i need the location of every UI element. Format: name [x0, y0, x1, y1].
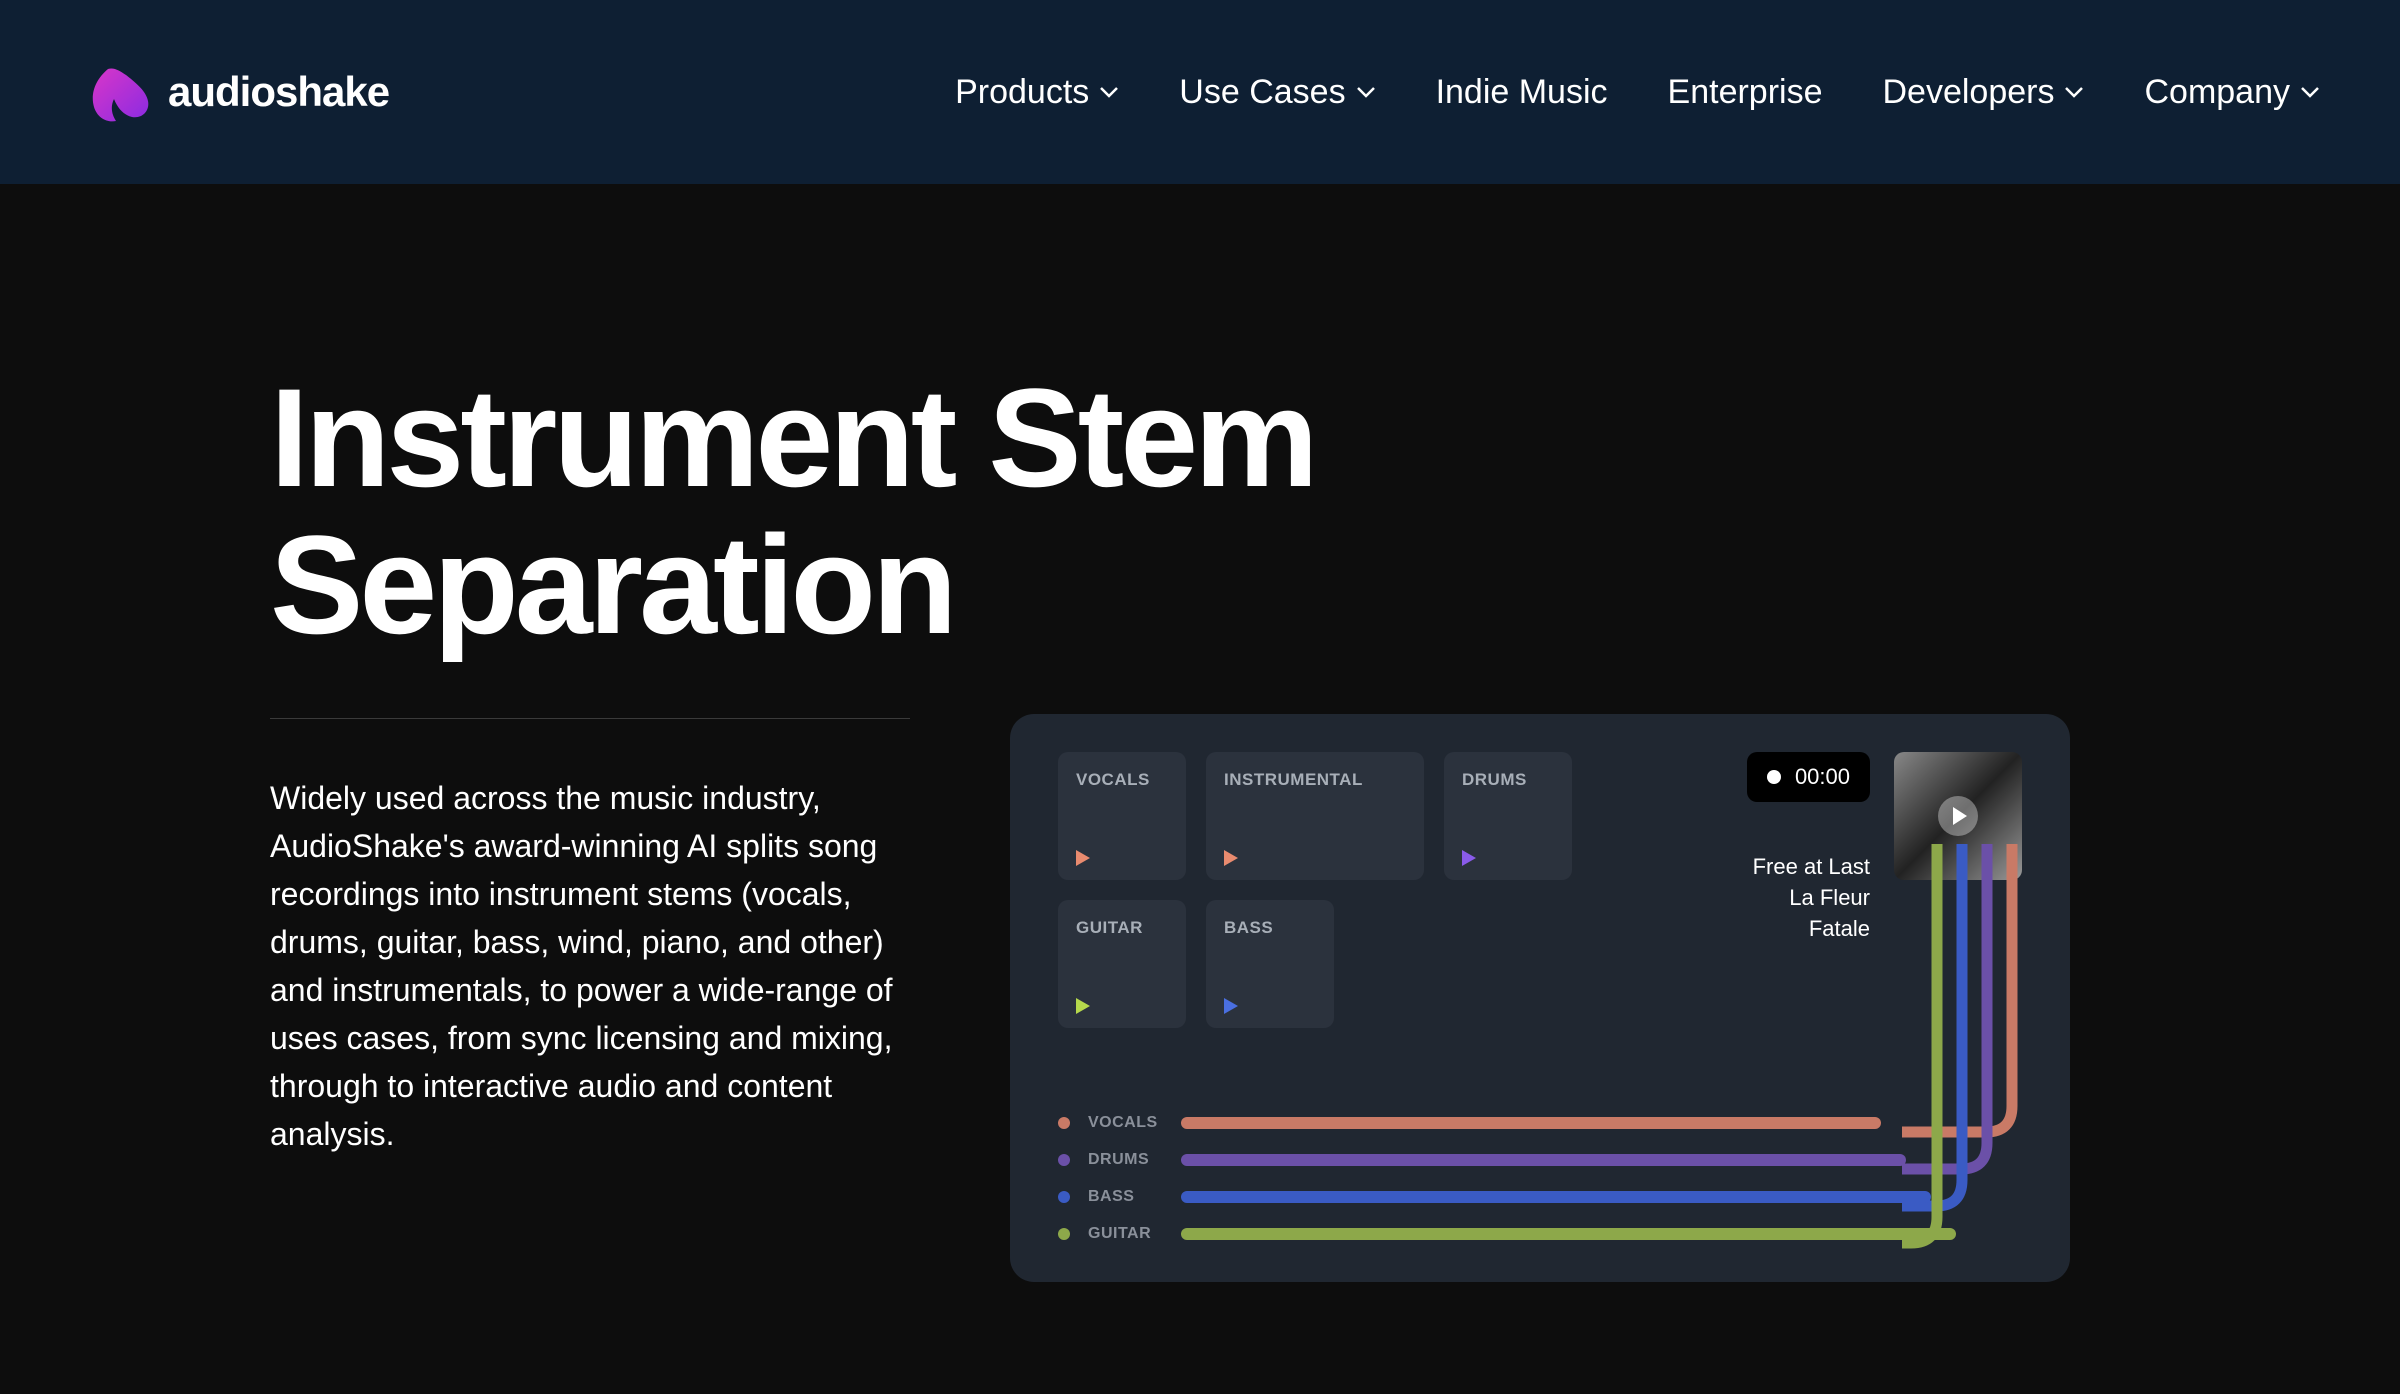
time-value: 00:00 [1795, 764, 1850, 790]
lane-dot-icon [1058, 1191, 1070, 1203]
chevron-down-icon [1356, 86, 1376, 98]
nav-label: Indie Music [1436, 73, 1608, 112]
play-icon [1076, 850, 1090, 866]
stem-label: BASS [1224, 918, 1316, 938]
lane-vocals: VOCALS [1058, 1104, 2022, 1141]
logo-text: audioshake [168, 68, 389, 116]
main-nav: Products Use Cases Indie Music Enterpris… [955, 73, 2320, 112]
lane-label: GUITAR [1088, 1225, 1163, 1243]
track-artist2: Fatale [1753, 914, 1870, 945]
nav-label: Use Cases [1179, 73, 1345, 112]
nav-company[interactable]: Company [2144, 73, 2320, 112]
hero-content: Instrument Stem Separation Widely used a… [270, 364, 910, 1282]
logo[interactable]: audioshake [80, 61, 389, 123]
nav-enterprise[interactable]: Enterprise [1668, 73, 1823, 112]
track-info: Free at Last La Fleur Fatale [1753, 852, 1870, 944]
nav-indie-music[interactable]: Indie Music [1436, 73, 1608, 112]
nav-use-cases[interactable]: Use Cases [1179, 73, 1375, 112]
nav-developers[interactable]: Developers [1883, 73, 2085, 112]
lane-bass: BASS [1058, 1178, 2022, 1215]
nav-label: Company [2144, 73, 2290, 112]
stem-player-visual: VOCALS INSTRUMENTAL DRUMS GUITAR BASS [1010, 714, 2070, 1282]
stem-card-vocals[interactable]: VOCALS [1058, 752, 1186, 880]
lane-label: DRUMS [1088, 1151, 1163, 1169]
stem-card-bass[interactable]: BASS [1206, 900, 1334, 1028]
track-artist: La Fleur [1753, 883, 1870, 914]
lane-dot-icon [1058, 1228, 1070, 1240]
nav-label: Enterprise [1668, 73, 1823, 112]
logo-flame-icon [80, 61, 152, 123]
lane-guitar: GUITAR [1058, 1215, 2022, 1252]
lane-bar [1181, 1154, 1906, 1166]
time-display: 00:00 [1747, 752, 1870, 802]
chevron-down-icon [2300, 86, 2320, 98]
album-art[interactable] [1894, 752, 2022, 880]
lane-bar [1181, 1191, 1931, 1203]
stem-label: VOCALS [1076, 770, 1168, 790]
lane-dot-icon [1058, 1154, 1070, 1166]
page-title: Instrument Stem Separation [270, 364, 1370, 658]
lane-bar [1181, 1228, 1956, 1240]
record-dot-icon [1767, 770, 1781, 784]
stem-cards: VOCALS INSTRUMENTAL DRUMS GUITAR BASS [1058, 752, 1598, 1028]
lane-bar [1181, 1117, 1881, 1129]
stem-card-instrumental[interactable]: INSTRUMENTAL [1206, 752, 1424, 880]
album-play-button[interactable] [1938, 796, 1978, 836]
stem-label: DRUMS [1462, 770, 1554, 790]
divider [270, 718, 910, 719]
stem-label: INSTRUMENTAL [1224, 770, 1406, 790]
stem-label: GUITAR [1076, 918, 1168, 938]
chevron-down-icon [2064, 86, 2084, 98]
play-icon [1462, 850, 1476, 866]
nav-label: Developers [1883, 73, 2055, 112]
lane-label: BASS [1088, 1188, 1163, 1206]
play-icon [1076, 998, 1090, 1014]
chevron-down-icon [1099, 86, 1119, 98]
hero-section: Instrument Stem Separation Widely used a… [0, 184, 2400, 1282]
stem-card-drums[interactable]: DRUMS [1444, 752, 1572, 880]
play-icon [1953, 807, 1967, 825]
stem-card-guitar[interactable]: GUITAR [1058, 900, 1186, 1028]
lane-label: VOCALS [1088, 1114, 1163, 1132]
track-lanes: VOCALS DRUMS BASS GUITAR [1058, 1104, 2022, 1252]
hero-description: Widely used across the music industry, A… [270, 774, 900, 1158]
play-icon [1224, 998, 1238, 1014]
nav-products[interactable]: Products [955, 73, 1119, 112]
nav-label: Products [955, 73, 1089, 112]
lane-dot-icon [1058, 1117, 1070, 1129]
lane-drums: DRUMS [1058, 1141, 2022, 1178]
player-meta: 00:00 Free at Last La Fleur Fatale [1747, 752, 2022, 944]
track-title: Free at Last [1753, 852, 1870, 883]
play-icon [1224, 850, 1238, 866]
site-header: audioshake Products Use Cases Indie Musi… [0, 0, 2400, 184]
